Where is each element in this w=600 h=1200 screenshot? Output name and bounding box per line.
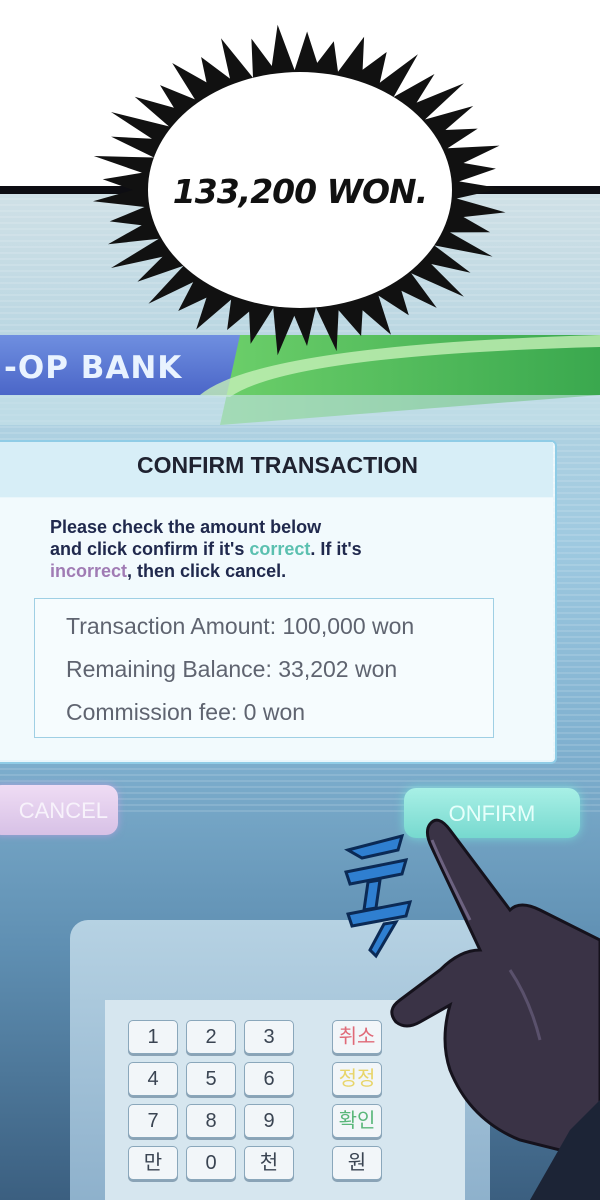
keypad-key[interactable]: 원 (332, 1146, 382, 1180)
keypad-key[interactable]: 6 (244, 1062, 294, 1096)
remaining-balance: Remaining Balance: 33,202 won (66, 656, 398, 682)
speech-bubble-text: 133,200 WON. (172, 172, 428, 211)
keypad-key[interactable]: 천 (244, 1146, 294, 1180)
instruction-text-part: and click confirm if it's (50, 539, 250, 559)
keypad-key[interactable]: 만 (128, 1146, 178, 1180)
keypad-key[interactable]: 9 (244, 1104, 294, 1138)
keypad-key[interactable]: 0 (186, 1146, 236, 1180)
instruction-line-2: and click confirm if it's correct. If it… (50, 538, 520, 560)
instruction-text-part: . If it's (310, 539, 362, 559)
keypad-key[interactable]: 5 (186, 1062, 236, 1096)
keypad-key[interactable]: 2 (186, 1020, 236, 1054)
keypad-key[interactable]: 7 (128, 1104, 178, 1138)
keypad-key[interactable]: 1 (128, 1020, 178, 1054)
keypad-key[interactable]: 취소 (332, 1020, 382, 1054)
commission-fee: Commission fee: 0 won (66, 699, 306, 725)
cancel-button[interactable]: CANCEL (0, 785, 118, 835)
dialog-title: CONFIRM TRANSACTION (136, 452, 419, 478)
instruction-line-1: Please check the amount below (50, 517, 322, 537)
transaction-amount: Transaction Amount: 100,000 won (66, 613, 415, 639)
correct-word: correct (249, 539, 311, 559)
instruction-text: Please check the amount below and click … (50, 516, 520, 582)
keypad-key[interactable]: 3 (244, 1020, 294, 1054)
pointing-hand-icon (390, 818, 600, 1200)
keypad-key[interactable]: 확인 (332, 1104, 382, 1138)
keypad-key[interactable]: 4 (128, 1062, 178, 1096)
keypad-key[interactable]: 정정 (332, 1062, 382, 1096)
incorrect-word: incorrect (50, 561, 128, 581)
keypad-key[interactable]: 8 (186, 1104, 236, 1138)
instruction-line-3: incorrect, then click cancel. (50, 560, 520, 582)
instruction-text-part: , then click cancel. (127, 561, 287, 581)
